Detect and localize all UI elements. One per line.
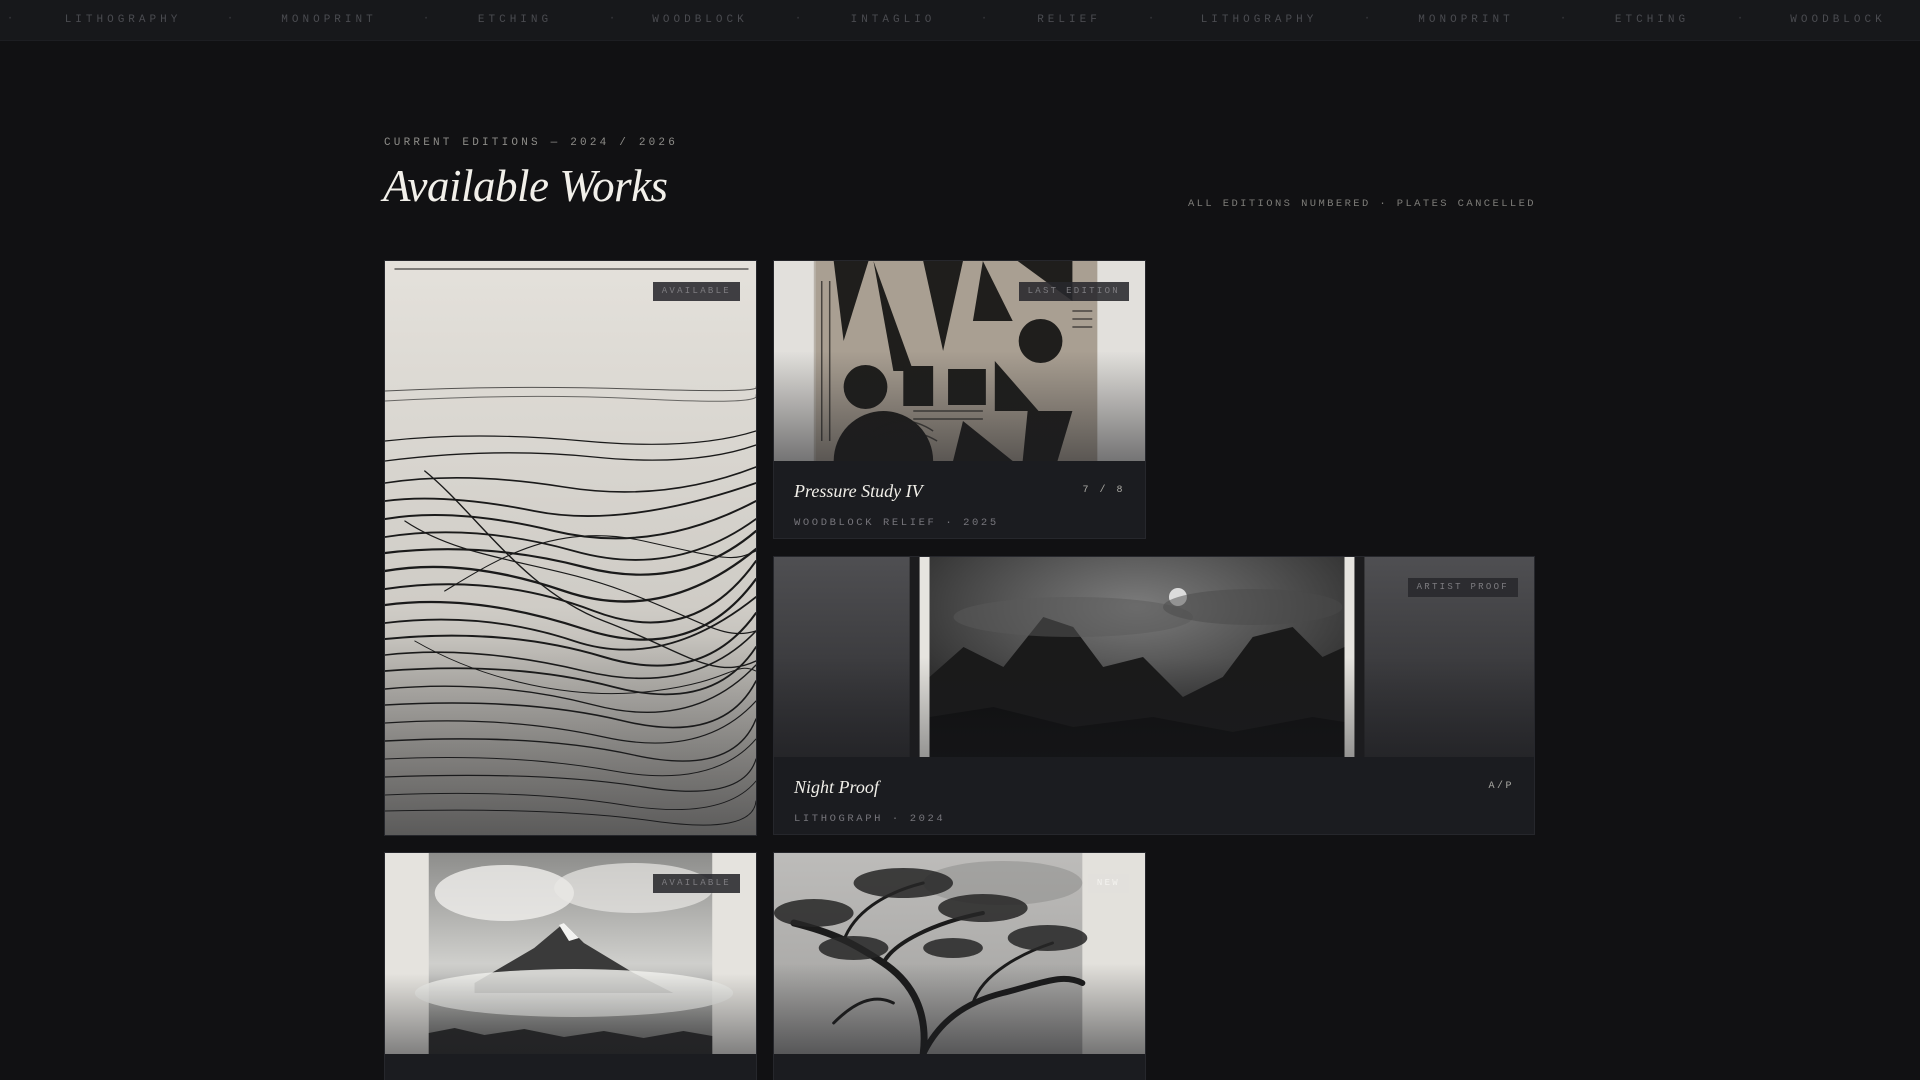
ticker-separator: · [1559,13,1567,25]
ticker-separator: · [794,13,802,25]
ticker-separator: · [1147,13,1155,25]
work-card[interactable]: NEW [773,852,1146,1080]
ticker-item: LITHOGRAPHY [64,14,182,26]
edition-number: A/P [1488,781,1514,792]
artwork-image [385,261,756,835]
work-info: Night Proof A/P LITHOGRAPH · 2024 [774,757,1534,834]
status-badge: AVAILABLE [652,874,740,893]
status-badge: ARTIST PROOF [1407,578,1518,597]
ticker-separator: · [980,13,988,25]
status-badge: AVAILABLE [652,282,740,301]
work-card[interactable]: LAST EDITION Pressure Study IV 7 / 8 WOO… [773,260,1146,539]
work-info [774,1054,1145,1080]
edition-note: ALL EDITIONS NUMBERED · PLATES CANCELLED [1187,198,1536,210]
ticker-separator: · [226,13,234,25]
work-title: Pressure Study IV [794,481,923,501]
work-title: Night Proof [794,777,879,797]
work-info [385,1054,756,1080]
ticker-separator: · [1363,13,1371,25]
ticker-separator: · [6,13,14,25]
ticker-separator: · [1736,13,1744,25]
ticker-item: ETCHING [477,14,553,26]
work-card[interactable]: ARTIST PROOF Night Proof A/P LITHOGRAPH … [773,556,1535,835]
ticker-item: MONOPRINT [1418,14,1514,26]
ticker-separator: · [422,13,430,25]
ticker-separator: · [608,13,616,25]
technique-ticker: · LITHOGRAPHY · MONOPRINT · ETCHING · WO… [0,0,1920,41]
status-badge: LAST EDITION [1018,282,1129,301]
ticker-item: INTAGLIO [850,14,936,26]
edition-number: 7 / 8 [1082,485,1125,496]
ticker-item: ETCHING [1614,14,1690,26]
work-meta: LITHOGRAPH · 2024 [794,813,946,825]
work-info: Pressure Study IV 7 / 8 WOODBLOCK RELIEF… [774,461,1145,538]
status-badge: NEW [1087,874,1129,893]
section-eyebrow: CURRENT EDITIONS — 2024 / 2026 [384,137,679,149]
ticker-item: MONOPRINT [281,14,377,26]
work-card[interactable]: AVAILABLE [384,852,757,1080]
ticker-item: RELIEF [1037,14,1101,26]
page-title: Available Works [383,161,668,211]
work-meta: WOODBLOCK RELIEF · 2025 [794,517,999,529]
ticker-item: WOODBLOCK [652,14,748,26]
ticker-item: LITHOGRAPHY [1200,14,1318,26]
ticker-item: WOODBLOCK [1790,14,1886,26]
work-card[interactable]: AVAILABLE [384,260,757,836]
